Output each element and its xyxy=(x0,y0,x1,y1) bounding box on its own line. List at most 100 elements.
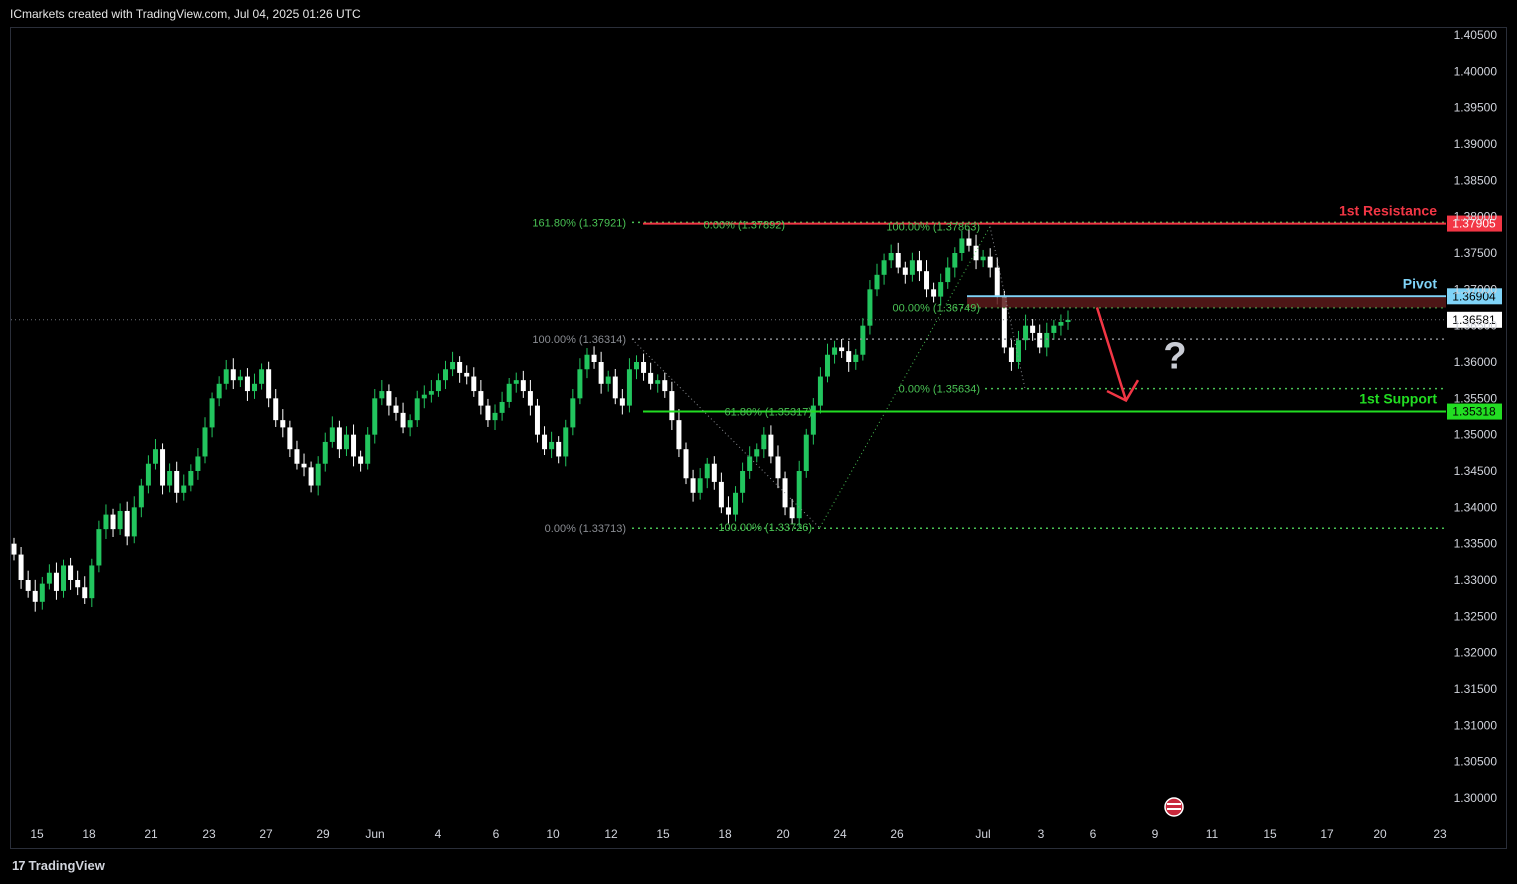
y-tick-label: 1.31500 xyxy=(1454,682,1498,696)
candle-body xyxy=(881,260,887,275)
candle-body xyxy=(244,376,250,392)
y-tick-label: 1.35000 xyxy=(1454,428,1498,442)
x-tick-label: 11 xyxy=(1206,827,1219,841)
candle-body xyxy=(980,256,986,261)
y-tick-label: 1.32500 xyxy=(1454,609,1498,623)
candle-body xyxy=(167,471,173,486)
candle-body xyxy=(117,510,123,530)
y-tick-label: 1.34500 xyxy=(1454,464,1498,478)
candle-body xyxy=(372,398,378,435)
candle-body xyxy=(916,260,922,272)
y-tick-label: 1.37500 xyxy=(1454,246,1498,260)
candle-body xyxy=(351,434,357,457)
candle-body xyxy=(400,412,406,428)
candle-body xyxy=(110,514,116,530)
support-label: 1st Support xyxy=(1359,391,1437,407)
candle-body xyxy=(421,394,427,399)
tradingview-brand[interactable]: 17 TradingView xyxy=(12,858,105,873)
candle-body xyxy=(527,391,533,406)
candle-body xyxy=(824,354,830,377)
candle-body xyxy=(520,380,526,392)
candle-body xyxy=(754,449,760,457)
x-tick-label: 6 xyxy=(493,827,500,841)
fib-label: 0.00% (1.35634) xyxy=(899,384,980,396)
x-tick-label: 26 xyxy=(890,827,904,841)
candle-body xyxy=(598,362,604,384)
candle-body xyxy=(39,583,45,602)
candle-body xyxy=(789,507,795,519)
candle-body xyxy=(82,587,88,599)
candle-body xyxy=(690,478,696,493)
candle-body xyxy=(32,590,38,602)
candle-body xyxy=(584,354,590,370)
x-tick-label: 23 xyxy=(1433,827,1447,841)
candle-body xyxy=(216,383,222,399)
candle-body xyxy=(577,369,583,399)
us-flag-stripe xyxy=(1167,803,1181,805)
candle-body xyxy=(902,267,908,275)
candle-body xyxy=(542,434,548,450)
fib-label: 00.00% (1.36749) xyxy=(893,303,980,315)
y-tick-label: 1.39500 xyxy=(1454,101,1498,115)
candle-body xyxy=(704,463,710,479)
candle-body xyxy=(888,253,894,261)
candle-body xyxy=(641,362,647,373)
candle-body xyxy=(485,405,491,421)
candle-body xyxy=(428,391,434,395)
candle-body xyxy=(1037,332,1043,348)
candle-body xyxy=(25,580,31,591)
candle-body xyxy=(138,485,144,508)
y-tick-label: 1.35500 xyxy=(1454,391,1498,405)
candle-body xyxy=(633,362,639,370)
x-tick-label: 17 xyxy=(1320,827,1334,841)
candle-body xyxy=(294,449,300,464)
price-chart[interactable]: 1st Resistance1.37905Pivot1.369041st Sup… xyxy=(0,0,1517,884)
candle-body xyxy=(68,565,74,580)
candle-body xyxy=(725,507,731,515)
candle-body xyxy=(733,492,739,515)
y-tick-label: 1.38000 xyxy=(1454,210,1498,224)
candle-body xyxy=(75,580,81,588)
tradingview-logo-icon: 17 xyxy=(12,858,26,873)
fib-label: 0.00% (1.37892) xyxy=(704,220,785,232)
candle-body xyxy=(853,354,859,362)
candle-body xyxy=(648,372,654,384)
candle-body xyxy=(195,456,201,471)
candle-body xyxy=(301,463,307,468)
x-tick-label: 6 xyxy=(1090,827,1097,841)
candle-body xyxy=(1044,332,1050,348)
x-tick-label: 9 xyxy=(1152,827,1159,841)
candle-body xyxy=(591,354,597,362)
candle-body xyxy=(846,351,852,362)
candle-body xyxy=(549,441,555,450)
candle-body xyxy=(124,510,130,537)
y-tick-label: 1.30500 xyxy=(1454,755,1498,769)
candle-body xyxy=(181,485,187,493)
candle-body xyxy=(280,420,286,428)
candle-body xyxy=(676,420,682,450)
candle-body xyxy=(924,271,930,290)
candle-body xyxy=(839,347,845,352)
candle-body xyxy=(358,456,364,464)
candle-body xyxy=(1023,325,1029,341)
x-tick-label: 10 xyxy=(546,827,560,841)
us-flag-stripe xyxy=(1167,808,1181,810)
candle-body xyxy=(513,380,519,384)
x-tick-label: 20 xyxy=(776,827,790,841)
candle-body xyxy=(619,398,625,406)
x-tick-label: 29 xyxy=(316,827,330,841)
y-tick-label: 1.40000 xyxy=(1454,64,1498,78)
candle-body xyxy=(266,369,272,399)
candle-body xyxy=(152,449,158,464)
candle-body xyxy=(188,471,194,486)
candle-body xyxy=(775,456,781,479)
y-tick-label: 1.32000 xyxy=(1454,646,1498,660)
candle-body xyxy=(18,554,24,580)
candle-body xyxy=(931,289,937,297)
brand-name: TradingView xyxy=(28,858,105,873)
candle-body xyxy=(506,383,512,402)
x-tick-label: 12 xyxy=(604,827,618,841)
candle-body xyxy=(895,253,901,268)
pivot-label: Pivot xyxy=(1403,275,1438,291)
candle-body xyxy=(655,380,661,384)
